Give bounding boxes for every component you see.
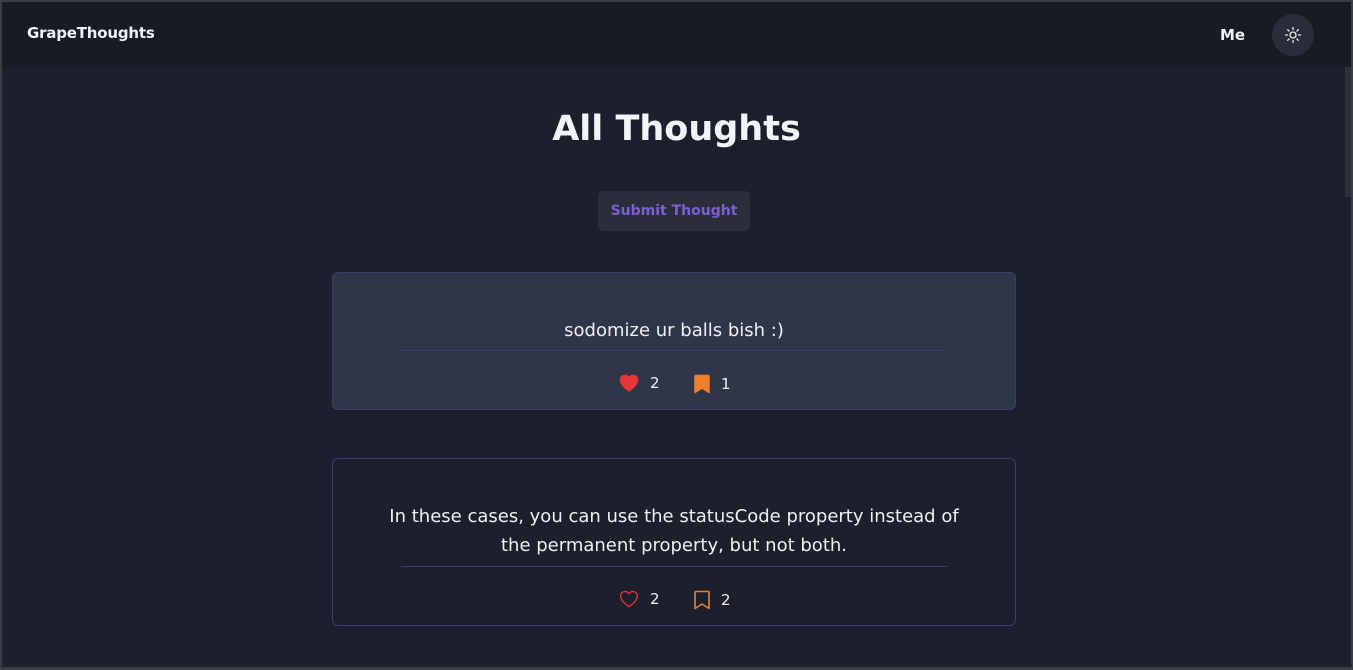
brand-logo[interactable]: GrapeThoughts: [27, 24, 155, 42]
bookmark-count: 2: [721, 591, 731, 609]
thought-text: sodomize ur balls bish :): [564, 320, 784, 341]
like-count: 2: [650, 374, 660, 392]
navbar: GrapeThoughts Me: [2, 2, 1351, 67]
bookmark-outline-icon: [694, 590, 710, 610]
theme-toggle-button[interactable]: [1272, 14, 1314, 56]
thought-card[interactable]: In these cases, you can use the statusCo…: [332, 458, 1016, 626]
like-stat[interactable]: 2: [619, 590, 660, 608]
thought-text: In these cases, you can use the statusCo…: [389, 506, 959, 556]
card-divider: [401, 566, 947, 567]
me-link[interactable]: Me: [1220, 26, 1245, 44]
bookmark-filled-icon: [694, 374, 710, 394]
like-count: 2: [650, 590, 660, 608]
like-stat[interactable]: 2: [619, 374, 660, 392]
page-title: All Thoughts: [552, 109, 801, 149]
heart-outline-icon: [620, 590, 638, 608]
sun-icon: [1284, 26, 1302, 44]
bookmark-stat[interactable]: 1: [694, 374, 731, 394]
heart-filled-icon: [619, 374, 639, 392]
app-window: GrapeThoughts Me All Thoughts Submit Tho…: [0, 0, 1353, 670]
bookmark-count: 1: [721, 375, 731, 393]
bookmark-stat[interactable]: 2: [694, 590, 731, 610]
submit-thought-button[interactable]: Submit Thought: [598, 191, 750, 231]
card-divider: [401, 350, 947, 351]
thought-card[interactable]: sodomize ur balls bish :) 2 1: [332, 272, 1016, 410]
